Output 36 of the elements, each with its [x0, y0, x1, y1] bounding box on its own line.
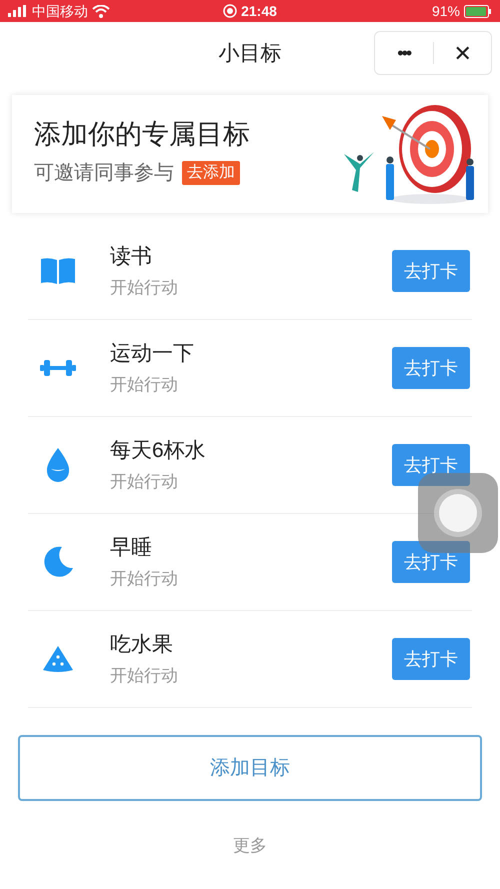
goal-status: 开始行动 [110, 470, 179, 492]
check-in-button[interactable]: 去打卡 [392, 250, 470, 292]
wifi-icon [92, 4, 110, 18]
more-link[interactable]: 更多 [233, 833, 267, 858]
record-icon [223, 4, 238, 18]
goal-status: 开始行动 [110, 664, 179, 686]
goal-name: 运动一下 [110, 341, 195, 368]
battery-percent: 91% [432, 2, 460, 20]
goal-name: 吃水果 [110, 632, 174, 658]
check-in-button[interactable]: 去打卡 [392, 541, 470, 583]
signal-icon [8, 5, 28, 17]
clock-text: 21:48 [241, 2, 277, 20]
goal-name: 早睡 [110, 535, 153, 562]
goal-name: 每天6杯水 [110, 438, 207, 464]
dumbbell-icon [40, 359, 76, 377]
check-in-button[interactable]: 去打卡 [392, 638, 470, 680]
goal-status: 开始行动 [110, 568, 179, 589]
goal-status: 开始行动 [110, 374, 179, 395]
floating-touch-button[interactable] [418, 473, 498, 553]
banner-title: 添加你的专属目标 [34, 120, 251, 148]
book-icon [40, 256, 76, 286]
watermelon-icon [42, 645, 74, 673]
carrier-text: 中国移动 [32, 2, 88, 20]
page-title: 小目标 [218, 40, 282, 67]
check-in-button[interactable]: 去打卡 [392, 347, 470, 389]
close-button[interactable]: ✕ [434, 36, 491, 70]
water-drop-icon [46, 448, 70, 482]
moon-icon [42, 546, 74, 578]
check-in-button[interactable]: 去打卡 [392, 444, 470, 486]
battery-icon [464, 4, 492, 18]
add-now-button[interactable]: 去添加 [182, 160, 240, 184]
goal-status: 开始行动 [110, 276, 179, 298]
goal-name: 读书 [110, 244, 153, 270]
add-goal-button[interactable]: 添加目标 [18, 735, 482, 801]
more-button[interactable]: ••• [375, 40, 432, 66]
banner-subtitle: 可邀请同事参与 [34, 160, 174, 186]
